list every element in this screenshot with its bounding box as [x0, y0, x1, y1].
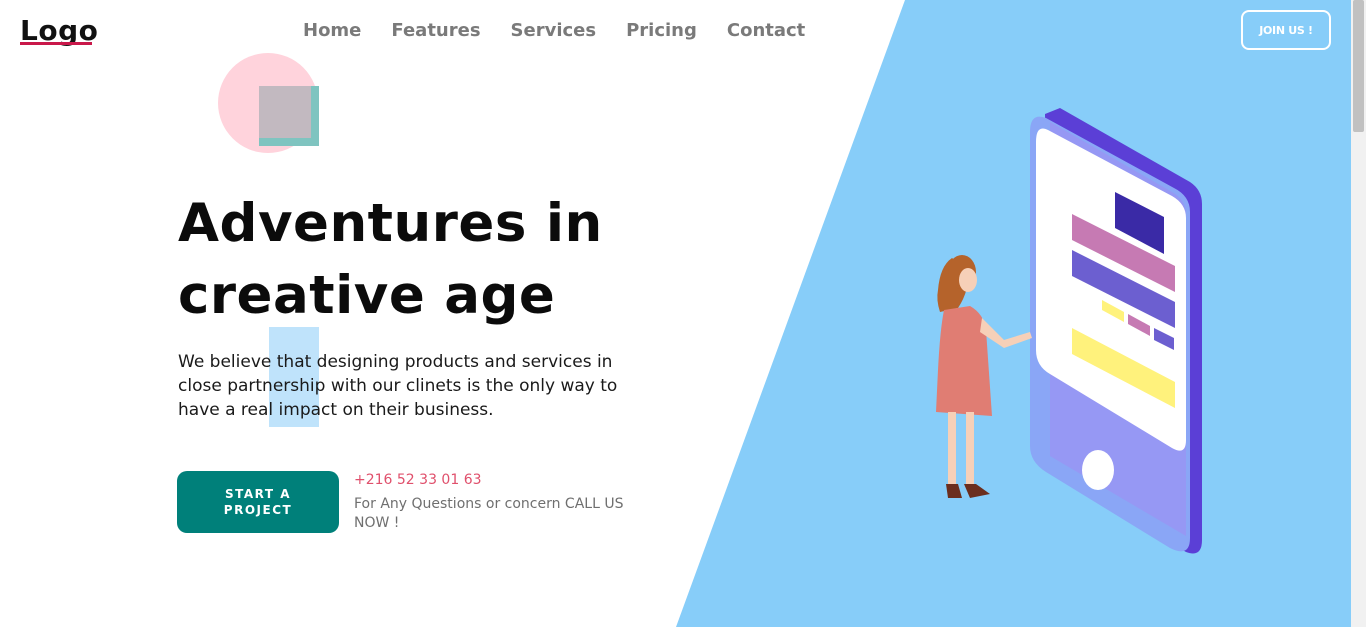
join-us-button[interactable]: JOIN US !: [1241, 10, 1331, 50]
call-us-text: For Any Questions or concern CALL US NOW…: [354, 496, 624, 531]
woman-with-smartphone-illustration: [936, 108, 1202, 554]
headline-line-2: creative age: [178, 265, 556, 326]
start-project-button[interactable]: START A PROJECT: [177, 471, 339, 533]
nav-features[interactable]: Features: [376, 18, 495, 44]
circle-square-decoration-icon: [218, 53, 319, 153]
hero-headline: Adventures in creative age: [178, 188, 698, 332]
nav-services[interactable]: Services: [496, 18, 612, 44]
scrollbar-thumb[interactable]: [1353, 0, 1364, 132]
phone-number[interactable]: +216 52 33 01 63: [354, 472, 482, 488]
logo-underline: [20, 42, 92, 45]
nav-contact[interactable]: Contact: [712, 18, 820, 44]
main-nav: Home Features Services Pricing Contact: [288, 18, 820, 44]
nav-home[interactable]: Home: [288, 18, 376, 44]
headline-line-1: Adventures in: [178, 193, 603, 254]
nav-pricing[interactable]: Pricing: [611, 18, 712, 44]
hero-description: We believe that designing products and s…: [178, 352, 618, 420]
